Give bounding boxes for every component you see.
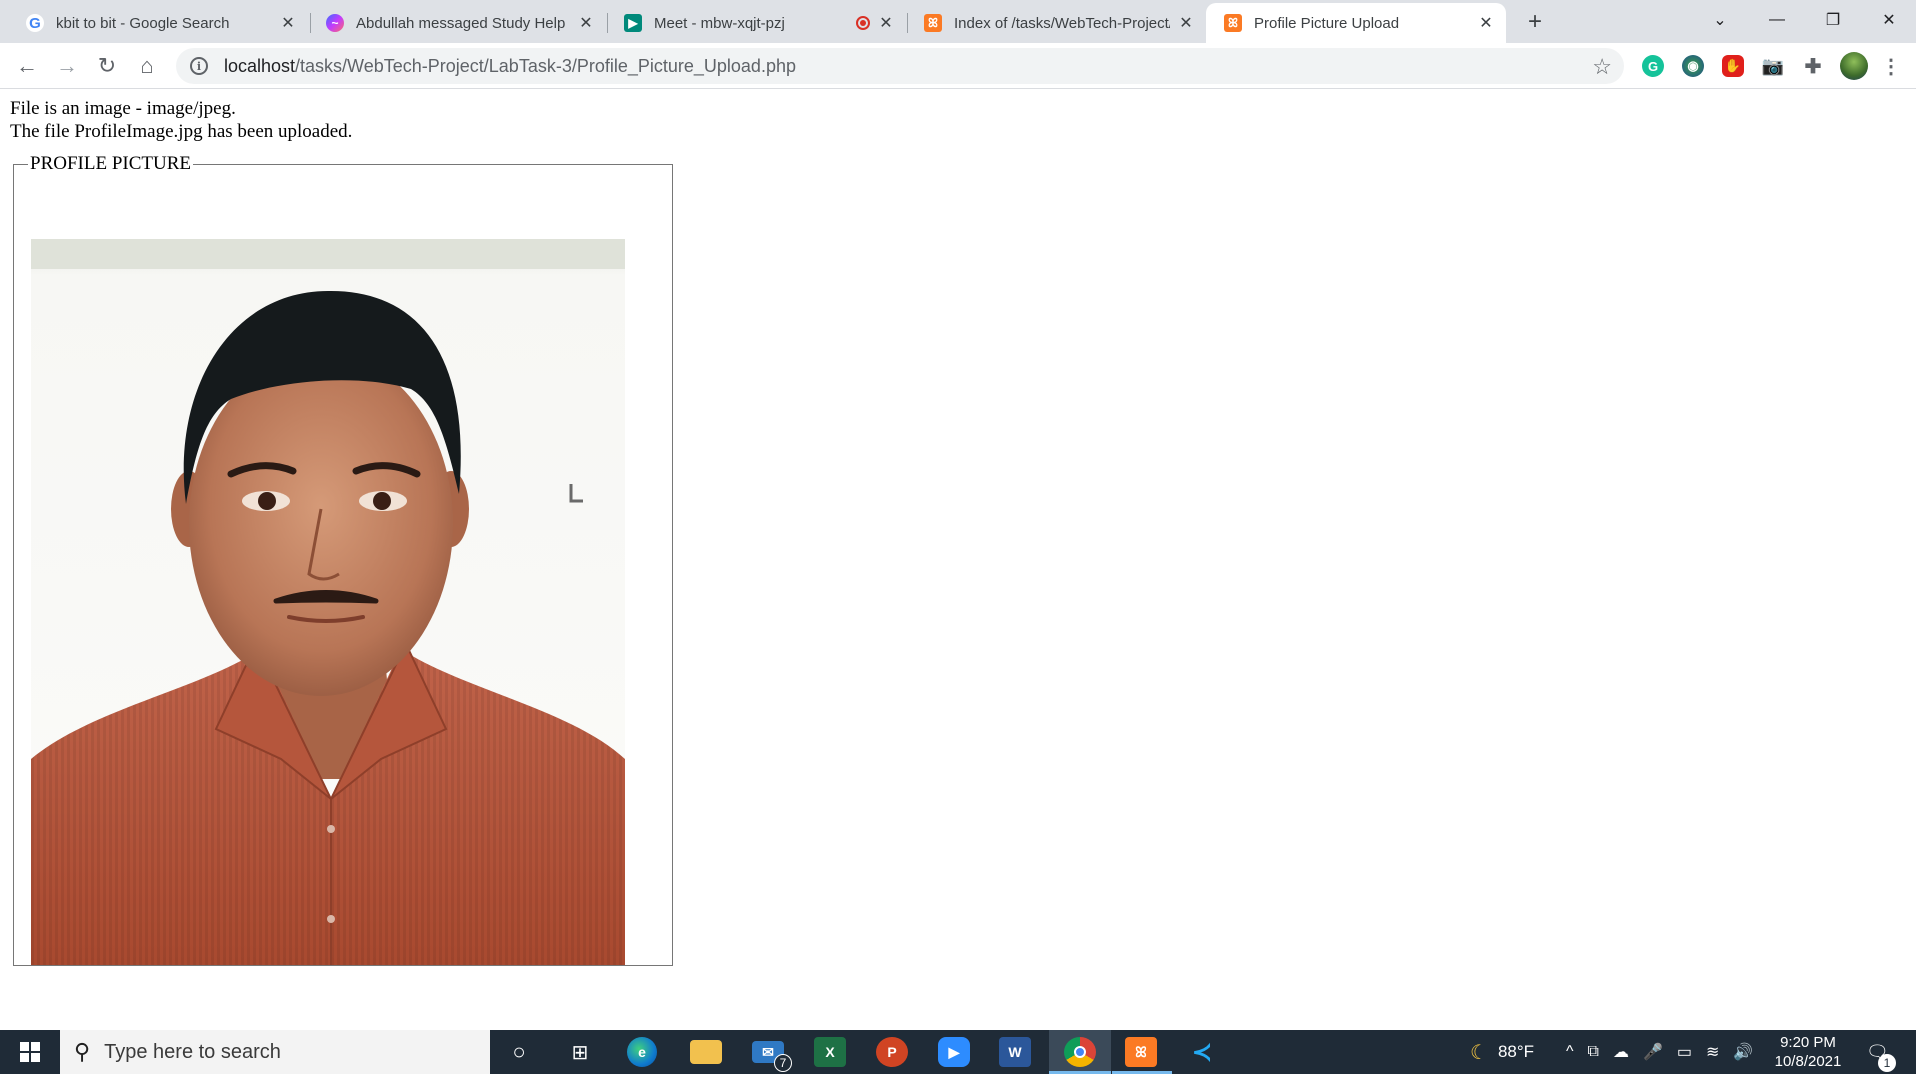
profile-photo — [31, 239, 625, 965]
tab-messenger[interactable]: ~ Abdullah messaged Study Help [ ✕ — [308, 3, 606, 43]
image-type-message: File is an image - image/jpeg. — [10, 98, 236, 119]
close-icon[interactable]: ✕ — [1176, 13, 1196, 33]
bookmark-star-icon[interactable]: ☆ — [1592, 54, 1612, 80]
tab-title: Abdullah messaged Study Help [ — [356, 14, 570, 32]
edge-icon[interactable]: e — [627, 1037, 657, 1067]
chrome-icon[interactable] — [1064, 1037, 1096, 1067]
upload-success-message: The file ProfileImage.jpg has been uploa… — [10, 121, 353, 142]
wifi-icon[interactable]: ≋ — [1706, 1042, 1719, 1062]
restore-button[interactable]: ❐ — [1806, 0, 1860, 40]
google-icon: G — [26, 14, 44, 32]
google-meet-icon: ▶ — [624, 14, 642, 32]
reload-button[interactable]: ↻ — [92, 51, 122, 81]
vscode-icon[interactable]: ≺ — [1186, 1037, 1218, 1067]
home-button[interactable]: ⌂ — [132, 51, 162, 81]
close-icon[interactable]: ✕ — [576, 13, 596, 33]
close-icon[interactable]: ✕ — [876, 13, 896, 33]
show-hidden-icons-icon[interactable]: ^ — [1566, 1043, 1574, 1061]
mail-badge: 7 — [774, 1054, 792, 1072]
tab-google-search[interactable]: G kbit to bit - Google Search ✕ — [8, 3, 308, 43]
back-button[interactable]: ← — [12, 51, 42, 81]
tab-search-chevron-icon[interactable]: ⌄ — [1693, 0, 1747, 40]
excel-icon[interactable]: X — [814, 1037, 846, 1067]
camera-icon[interactable]: 📷 — [1762, 55, 1784, 77]
zoom-icon[interactable]: ▶ — [938, 1037, 970, 1067]
tab-google-meet[interactable]: ▶ Meet - mbw-xqjt-pzj ✕ — [606, 3, 906, 43]
grammarly-icon[interactable]: G — [1642, 55, 1664, 77]
cortana-icon[interactable]: ○ — [503, 1037, 535, 1067]
messenger-icon: ~ — [326, 14, 344, 32]
browser-toolbar: ← → ↻ ⌂ i localhost/tasks/WebTech-Projec… — [0, 43, 1916, 89]
address-bar[interactable]: i localhost/tasks/WebTech-Project/LabTas… — [176, 48, 1624, 84]
clock-time: 9:20 PM — [1780, 1034, 1836, 1051]
powerpoint-icon[interactable]: P — [876, 1037, 908, 1067]
onedrive-icon[interactable]: ☁ — [1613, 1042, 1629, 1062]
new-tab-button[interactable]: + — [1521, 8, 1549, 36]
meet-now-icon[interactable]: ⧉ — [1588, 1043, 1599, 1061]
close-icon[interactable]: ✕ — [278, 13, 298, 33]
file-explorer-icon[interactable] — [690, 1040, 722, 1064]
close-icon[interactable]: ✕ — [1476, 13, 1496, 33]
search-placeholder: Type here to search — [104, 1040, 281, 1063]
profile-picture-legend: PROFILE PICTURE — [30, 153, 191, 174]
clock-date: 10/8/2021 — [1774, 1053, 1842, 1070]
start-button[interactable] — [0, 1030, 60, 1074]
puzzle-icon[interactable]: ✚ — [1802, 55, 1824, 78]
more-menu-icon[interactable]: ⋮ — [1880, 55, 1902, 78]
profile-picture-fieldset: PROFILE PICTURE — [13, 154, 673, 966]
microphone-icon[interactable]: 🎤 — [1643, 1042, 1663, 1062]
earth-extension-icon[interactable]: ◉ — [1682, 55, 1704, 77]
site-info-icon[interactable]: i — [190, 57, 208, 75]
adblock-icon[interactable]: ✋ — [1722, 55, 1744, 77]
tab-strip: G kbit to bit - Google Search ✕ ~ Abdull… — [0, 0, 1916, 43]
word-icon[interactable]: W — [999, 1037, 1031, 1067]
windows-taskbar: ⚲ Type here to search ○ ⊞ e ✉ 7 X P ▶ W … — [0, 1030, 1916, 1074]
forward-button[interactable]: → — [52, 51, 82, 81]
page-content: File is an image - image/jpeg. The file … — [0, 90, 1916, 1030]
close-window-button[interactable]: ✕ — [1862, 0, 1916, 40]
url-path: /tasks/WebTech-Project/LabTask-3/Profile… — [295, 55, 796, 76]
notification-badge: 1 — [1878, 1054, 1896, 1072]
url-text[interactable]: localhost/tasks/WebTech-Project/LabTask-… — [224, 56, 796, 77]
minimize-button[interactable]: — — [1750, 0, 1804, 40]
tab-title: Index of /tasks/WebTech-Project/ — [954, 14, 1170, 32]
tab-index-of[interactable]: ꕤ Index of /tasks/WebTech-Project/ ✕ — [906, 3, 1206, 43]
windows-logo-icon — [20, 1042, 40, 1062]
tab-title: Profile Picture Upload — [1254, 14, 1400, 32]
tab-title: Meet - mbw-xqjt-pzj — [654, 14, 785, 32]
search-icon: ⚲ — [74, 1039, 91, 1064]
taskbar-clock[interactable]: 9:20 PM 10/8/2021 — [1770, 1033, 1846, 1071]
profile-avatar[interactable] — [1840, 52, 1868, 80]
xampp-icon[interactable]: ꕤ — [1125, 1037, 1157, 1067]
battery-icon[interactable]: ▭ — [1677, 1042, 1692, 1062]
volume-icon[interactable]: 🔊 — [1733, 1042, 1753, 1062]
system-tray: ^ ⧉ ☁ 🎤 ▭ ≋ 🔊 — [1566, 1030, 1753, 1074]
tab-profile-picture-upload[interactable]: ꕤ Profile Picture Upload ✕ — [1206, 3, 1506, 43]
url-host: localhost — [224, 55, 296, 76]
moon-cloud-icon: ☾ — [1470, 1041, 1488, 1064]
tab-title: kbit to bit - Google Search — [56, 14, 230, 32]
xampp-icon: ꕤ — [1224, 14, 1242, 32]
xampp-icon: ꕤ — [924, 14, 942, 32]
weather-widget[interactable]: ☾ 88°F — [1470, 1030, 1534, 1074]
weather-temperature: 88°F — [1497, 1042, 1535, 1061]
recording-icon — [856, 16, 870, 30]
taskbar-search-box[interactable]: ⚲ Type here to search — [60, 1030, 490, 1074]
task-view-icon[interactable]: ⊞ — [564, 1037, 596, 1067]
